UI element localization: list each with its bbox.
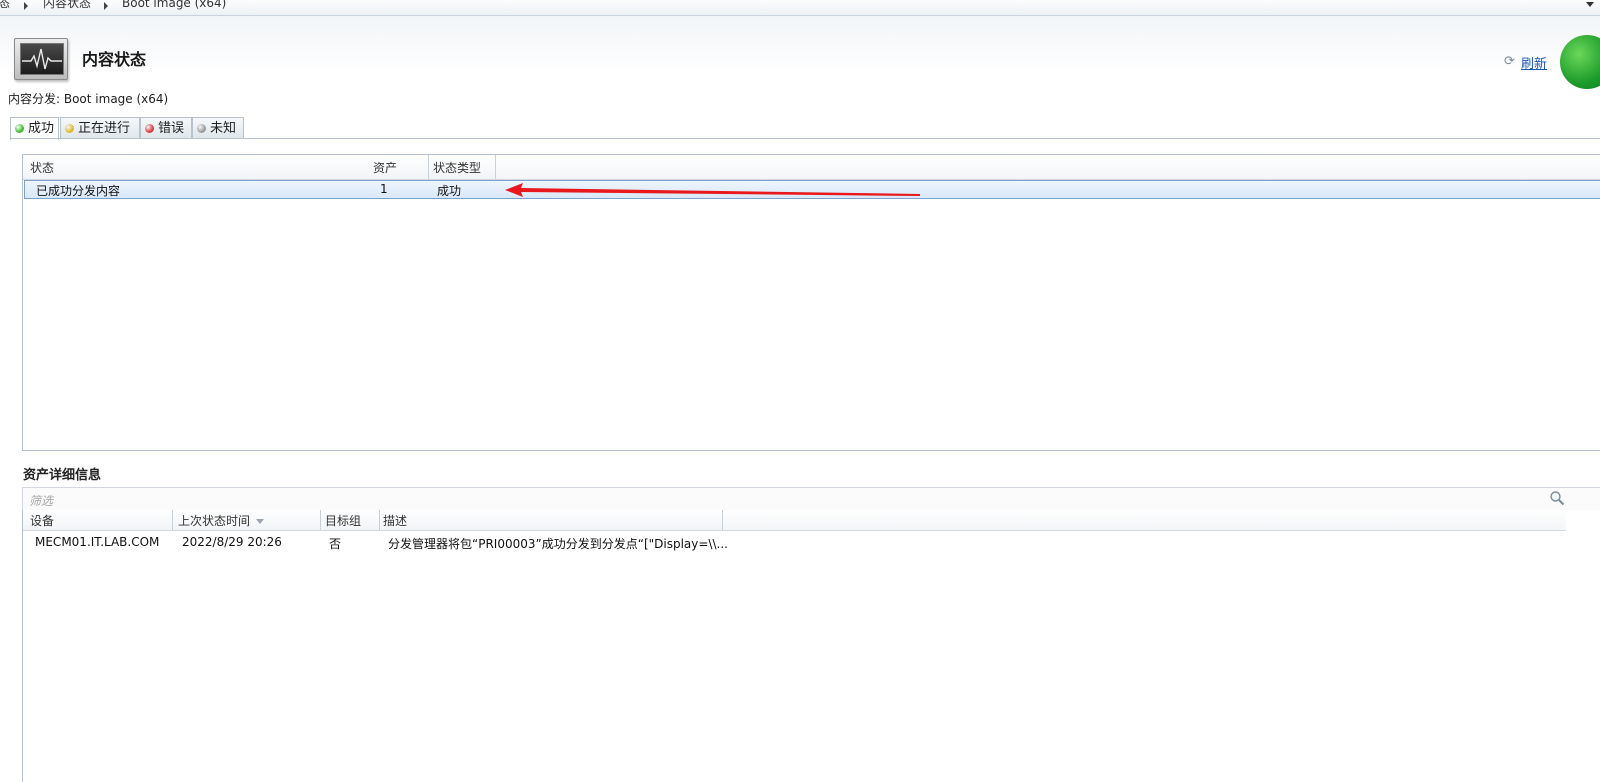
search-icon[interactable] — [1549, 490, 1565, 506]
row-device: MECM01.IT.LAB.COM — [35, 535, 160, 549]
tab-error[interactable]: 错误 — [140, 117, 192, 139]
column-header-description[interactable]: 描述 — [380, 510, 723, 530]
breadcrumb-item[interactable]: 内容状态 — [43, 0, 91, 9]
annotation-arrow-icon — [505, 183, 920, 197]
filter-bar: 筛选 — [22, 487, 1600, 511]
content-distribution-label: 内容分发: Boot image (x64) — [8, 92, 169, 106]
refresh-icon[interactable]: ⟳ — [1504, 54, 1515, 69]
breadcrumb-item[interactable]: 态 — [0, 0, 10, 9]
tab-success[interactable]: 成功 — [10, 117, 59, 140]
tab-label: 错误 — [158, 121, 185, 136]
sort-descending-icon — [256, 519, 265, 524]
row-status-type: 成功 — [437, 184, 462, 198]
page-title: 内容状态 — [82, 50, 147, 69]
row-last-status-time: 2022/8/29 20:26 — [182, 535, 282, 549]
breadcrumb: 态 内容状态 Boot image (x64) — [0, 0, 1600, 16]
tab-divider — [10, 138, 1600, 139]
asset-details-title: 资产详细信息 — [23, 468, 102, 483]
column-header-status-type[interactable]: 状态类型 — [429, 155, 496, 179]
column-header-label: 上次状态时间 — [178, 514, 251, 528]
green-dot-icon — [15, 124, 24, 133]
row-status: 已成功分发内容 — [36, 184, 121, 198]
tab-label: 正在进行 — [78, 121, 131, 136]
tab-label: 未知 — [210, 121, 237, 136]
yellow-dot-icon — [65, 124, 74, 133]
column-header-target-group[interactable]: 目标组 — [321, 510, 380, 530]
column-header-device[interactable]: 设备 — [23, 510, 173, 530]
column-header-last-status-time[interactable]: 上次状态时间 — [173, 510, 321, 530]
red-dot-icon — [145, 124, 154, 133]
filter-input[interactable]: 筛选 — [29, 492, 53, 509]
row-target-group: 否 — [329, 537, 342, 551]
tab-unknown[interactable]: 未知 — [192, 117, 244, 139]
asset-details-table: 设备 上次状态时间 目标组 描述 MECM01.IT.LAB.COM 2022/… — [22, 510, 1600, 782]
header — [0, 16, 1600, 116]
breadcrumb-dropdown-icon[interactable] — [1586, 2, 1594, 7]
breadcrumb-item[interactable]: Boot image (x64) — [122, 0, 226, 9]
gray-dot-icon — [197, 124, 206, 133]
column-header-status[interactable]: 状态 — [23, 155, 377, 179]
breadcrumb-separator-icon[interactable] — [104, 2, 108, 10]
tab-label: 成功 — [28, 121, 55, 136]
table-row[interactable]: MECM01.IT.LAB.COM 2022/8/29 20:26 否 分发管理… — [23, 534, 1566, 552]
refresh-link[interactable]: 刷新 — [1521, 53, 1547, 72]
tab-in-progress[interactable]: 正在进行 — [60, 117, 140, 139]
column-header-assets[interactable]: 资产 — [370, 155, 429, 179]
row-assets: 1 — [380, 182, 388, 196]
breadcrumb-separator-icon[interactable] — [24, 2, 28, 10]
monitor-icon — [14, 38, 68, 80]
row-description: 分发管理器将包“PRI00003”成功分发到分发点“["Display=\\..… — [388, 537, 728, 551]
